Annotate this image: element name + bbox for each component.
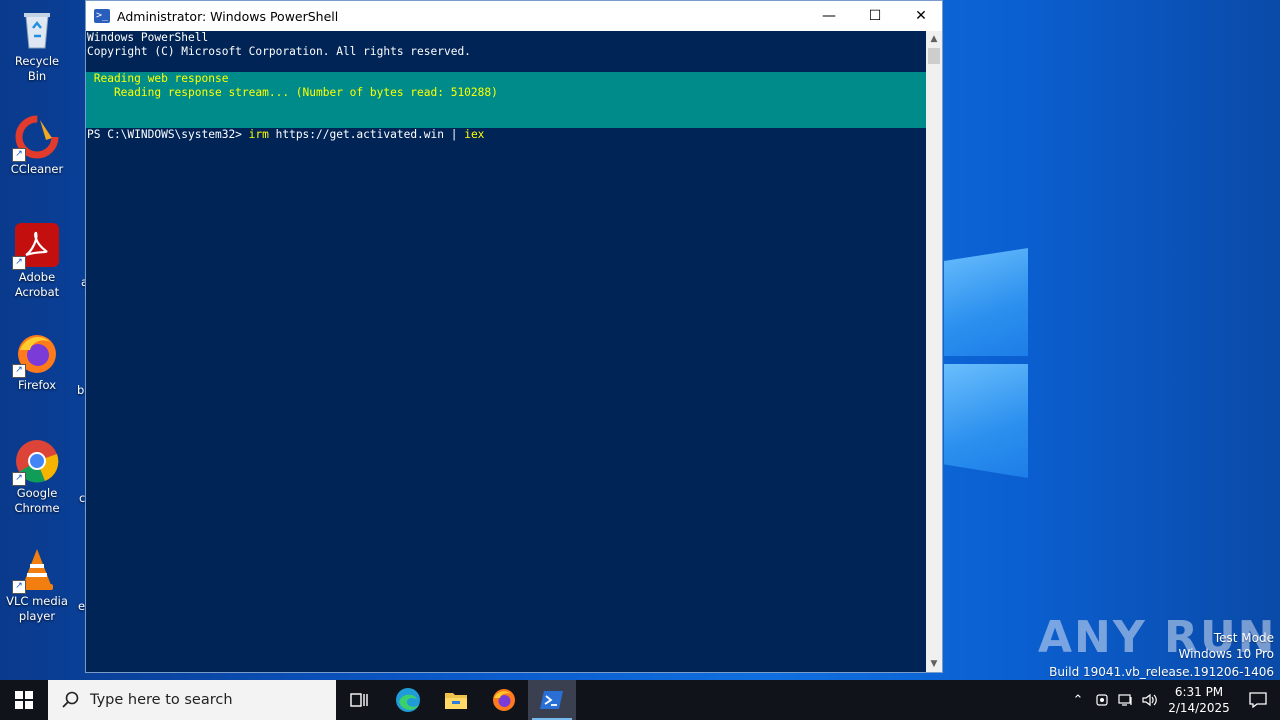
clock-time: 6:31 PM	[1174, 685, 1224, 699]
shortcut-arrow-icon: ↗	[12, 256, 26, 270]
ccleaner-icon: ↗	[12, 114, 60, 162]
minimize-button[interactable]: —	[806, 1, 852, 31]
progress-status: Reading response stream... (Number of by…	[87, 86, 498, 99]
desktop-icon-firefox[interactable]: ↗ Firefox	[4, 330, 70, 393]
taskbar-edge[interactable]	[384, 680, 432, 720]
task-view-button[interactable]	[336, 680, 384, 720]
shortcut-arrow-icon: ↗	[12, 472, 26, 486]
desktop-icon-label: Google Chrome	[14, 486, 60, 515]
cmd-irm: irm	[248, 128, 269, 141]
banner-line: Windows PowerShell	[87, 31, 209, 44]
copyright-line: Copyright (C) Microsoft Corporation. All…	[87, 45, 471, 58]
hidden-icon-label: b	[77, 383, 85, 397]
chrome-icon: ↗	[12, 438, 60, 486]
windows-edition-label: Windows 10 Pro	[1178, 647, 1274, 661]
close-button[interactable]: ✕	[898, 1, 944, 31]
network-icon[interactable]	[1114, 680, 1138, 720]
firefox-icon	[493, 689, 515, 711]
taskbar-powershell[interactable]	[528, 680, 576, 720]
powershell-icon	[540, 691, 563, 709]
desktop-icon-label: Adobe Acrobat	[14, 270, 60, 299]
desktop-icon-recycle-bin[interactable]: Recycle Bin	[4, 6, 70, 84]
progress-title: Reading web response	[87, 72, 229, 85]
shortcut-arrow-icon: ↗	[12, 364, 26, 378]
scroll-up-icon[interactable]: ▲	[926, 31, 942, 47]
taskbar: Type here to search ⌃ 6:31 PM 2/14/2025	[0, 680, 1280, 720]
adobe-acrobat-icon: ↗	[12, 222, 60, 270]
desktop-icon-adobe-acrobat[interactable]: ↗ Adobe Acrobat	[4, 222, 70, 300]
show-hidden-icons-icon[interactable]: ⌃	[1066, 680, 1090, 720]
taskbar-file-explorer[interactable]	[432, 680, 480, 720]
maximize-button[interactable]: ☐	[852, 1, 898, 31]
prompt-line: PS C:\WINDOWS\system32> irm https://get.…	[86, 128, 926, 142]
console-output[interactable]: Windows PowerShell Copyright (C) Microso…	[86, 31, 926, 672]
desktop-icon-label: CCleaner	[10, 162, 64, 176]
scroll-down-icon[interactable]: ▼	[926, 656, 942, 672]
file-explorer-icon	[445, 693, 467, 709]
scroll-thumb[interactable]	[928, 48, 940, 64]
edge-icon	[396, 688, 420, 712]
device-icon[interactable]	[1090, 680, 1114, 720]
system-tray: ⌃ 6:31 PM 2/14/2025	[1066, 680, 1280, 720]
desktop-icon-ccleaner[interactable]: ↗ CCleaner	[4, 114, 70, 177]
windows-wallpaper-logo	[944, 240, 1034, 480]
windows-start-icon	[15, 691, 33, 709]
powershell-window[interactable]: >_ Administrator: Windows PowerShell — ☐…	[85, 0, 943, 673]
taskbar-firefox[interactable]	[480, 680, 528, 720]
prompt: PS C:\WINDOWS\system32>	[87, 128, 249, 141]
action-center-button[interactable]	[1236, 680, 1280, 720]
vlc-icon: ↗	[12, 546, 60, 594]
shortcut-arrow-icon: ↗	[12, 148, 26, 162]
desktop-icon-label: Firefox	[17, 378, 57, 392]
task-view-icon	[350, 693, 368, 707]
vertical-scrollbar[interactable]: ▲ ▼	[926, 31, 942, 672]
firefox-icon: ↗	[12, 330, 60, 378]
desktop-icon-google-chrome[interactable]: ↗ Google Chrome	[4, 438, 70, 516]
build-label: Build 19041.vb_release.191206-1406	[1049, 665, 1274, 679]
search-placeholder: Type here to search	[90, 692, 233, 708]
shortcut-arrow-icon: ↗	[12, 580, 26, 594]
window-title: Administrator: Windows PowerShell	[117, 8, 339, 24]
clock-date: 2/14/2025	[1168, 701, 1230, 715]
desktop-icon-vlc[interactable]: ↗ VLC media player	[4, 546, 70, 624]
title-bar[interactable]: >_ Administrator: Windows PowerShell — ☐…	[86, 1, 942, 31]
powershell-icon: >_	[94, 9, 110, 23]
progress-banner: Reading web response Reading response st…	[86, 72, 926, 128]
cmd-iex: iex	[464, 128, 485, 141]
notification-icon	[1249, 692, 1267, 708]
desktop-icon-label: VLC media player	[6, 594, 68, 623]
test-mode-label: Test Mode	[1213, 631, 1274, 645]
taskbar-clock[interactable]: 6:31 PM 2/14/2025	[1162, 684, 1236, 716]
search-icon	[62, 691, 79, 708]
taskbar-search-box[interactable]: Type here to search	[48, 680, 336, 720]
desktop-icon-label: Recycle Bin	[14, 54, 60, 83]
volume-icon[interactable]	[1138, 680, 1162, 720]
recycle-bin-icon	[14, 6, 60, 52]
start-button[interactable]	[0, 680, 48, 720]
cmd-url: https://get.activated.win |	[268, 128, 465, 141]
